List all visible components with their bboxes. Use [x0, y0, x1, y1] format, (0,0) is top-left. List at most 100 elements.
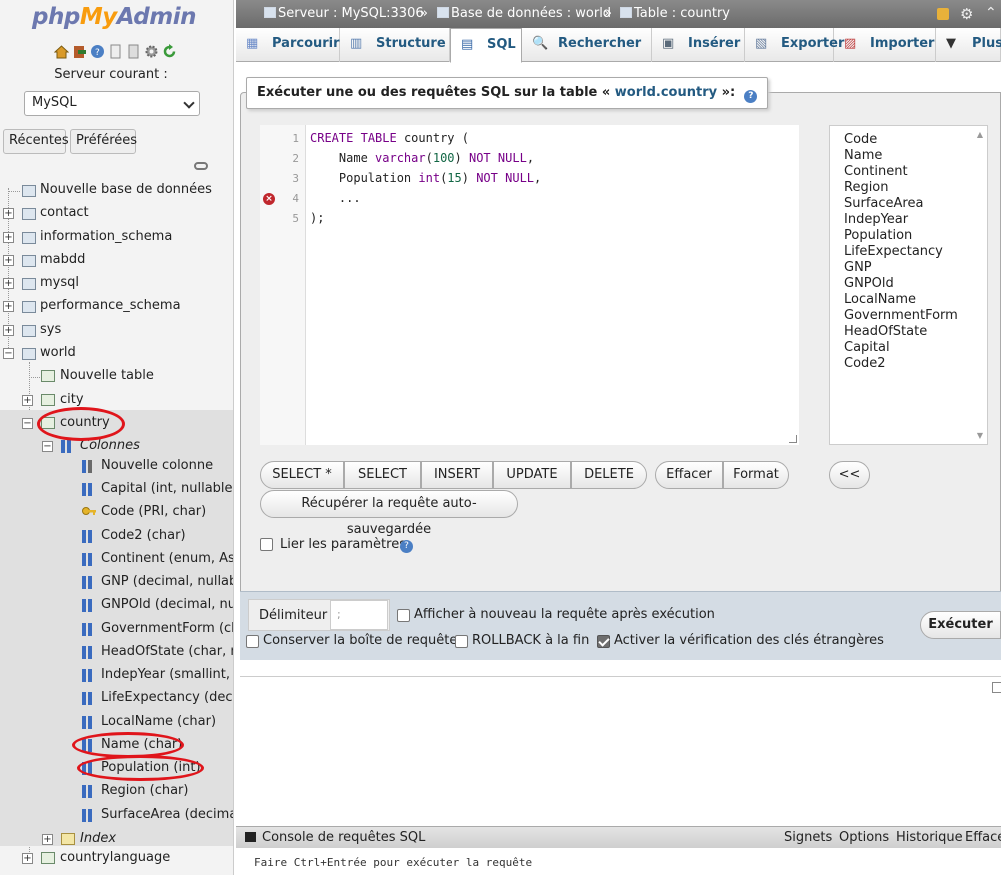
- column-list-item[interactable]: Code2: [844, 356, 886, 371]
- tree-db-world[interactable]: − world: [0, 344, 233, 364]
- phpmyadmin-logo[interactable]: phpMyAdmin: [32, 4, 196, 30]
- tree-index-group[interactable]: + Index: [0, 830, 233, 850]
- tree-db-sys[interactable]: + sys: [0, 321, 233, 341]
- column-list-item[interactable]: IndepYear: [844, 212, 908, 227]
- fk-check-checkbox[interactable]: [597, 635, 610, 648]
- delimiter-input[interactable]: ;: [330, 600, 388, 630]
- format-button[interactable]: Format: [723, 461, 789, 489]
- tree-column-item[interactable]: IndepYear (smallint, nu: [0, 666, 233, 686]
- docs-sql-icon[interactable]: [126, 44, 141, 59]
- help-icon[interactable]: ?: [400, 540, 413, 553]
- tab-plus[interactable]: ▼ Plus: [936, 28, 1001, 62]
- tab-sql[interactable]: ▤ SQL: [450, 28, 522, 63]
- tree-column-item[interactable]: GNP (decimal, nullable: [0, 573, 233, 593]
- collapse-top-icon[interactable]: ⌃: [985, 5, 997, 21]
- collapse-icon[interactable]: −: [42, 441, 53, 452]
- expand-icon[interactable]: +: [3, 278, 14, 289]
- insert-button[interactable]: INSERT: [421, 461, 493, 489]
- tree-column-item[interactable]: Code2 (char): [0, 527, 233, 547]
- docs-icon[interactable]: [108, 44, 123, 59]
- favorite-tables-button[interactable]: Préférées: [70, 129, 137, 154]
- collapse-icon[interactable]: −: [22, 418, 33, 429]
- expand-icon[interactable]: +: [3, 232, 14, 243]
- tree-db-performance-schema[interactable]: + performance_schema: [0, 297, 233, 317]
- help-icon[interactable]: ?: [90, 44, 105, 59]
- link-with-main-panel-icon[interactable]: [194, 162, 208, 170]
- tree-column-item[interactable]: Continent (enum, Asia: [0, 550, 233, 570]
- expand-icon[interactable]: +: [22, 395, 33, 406]
- lock-icon[interactable]: [937, 8, 949, 20]
- collapse-icon[interactable]: −: [3, 348, 14, 359]
- column-list-item[interactable]: Region: [844, 180, 889, 195]
- tree-column-item[interactable]: Code (PRI, char): [0, 503, 233, 523]
- select-star-button[interactable]: SELECT *: [260, 461, 344, 489]
- select-button[interactable]: SELECT: [344, 461, 421, 489]
- column-list-item[interactable]: GNP: [844, 260, 872, 275]
- tab-importer[interactable]: ▨ Importer: [834, 28, 936, 62]
- expand-icon[interactable]: +: [3, 325, 14, 336]
- logout-icon[interactable]: [72, 44, 87, 59]
- tree-column-item[interactable]: HeadOfState (char, nu: [0, 643, 233, 663]
- expand-icon[interactable]: +: [42, 834, 53, 845]
- tree-column-item[interactable]: Capital (int, nullable): [0, 480, 233, 500]
- execute-button[interactable]: Exécuter: [920, 611, 1001, 639]
- settings-gear-icon[interactable]: [144, 44, 159, 59]
- clear-button[interactable]: Effacer: [655, 461, 723, 489]
- tree-column-item[interactable]: GNPOld (decimal, null: [0, 596, 233, 616]
- column-list-item[interactable]: SurfaceArea: [844, 196, 923, 211]
- column-list-item[interactable]: Continent: [844, 164, 908, 179]
- breadcrumb-table[interactable]: Table : country: [620, 6, 730, 21]
- column-list-item[interactable]: Code: [844, 132, 877, 147]
- breadcrumb-server[interactable]: Serveur : MySQL:3306: [264, 6, 424, 21]
- column-list-item[interactable]: Capital: [844, 340, 890, 355]
- tree-columns-group[interactable]: − Colonnes: [0, 437, 233, 457]
- column-list-item[interactable]: GovernmentForm: [844, 308, 958, 323]
- show-again-checkbox[interactable]: [397, 609, 410, 622]
- console-bookmarks-link[interactable]: Signets: [784, 830, 832, 845]
- console-clear-link[interactable]: Efface: [965, 830, 1001, 845]
- tree-column-item[interactable]: LifeExpectancy (decim: [0, 689, 233, 709]
- insert-column-button[interactable]: <<: [829, 461, 870, 489]
- help-icon[interactable]: ?: [744, 90, 758, 103]
- recover-autosaved-query-button[interactable]: Récupérer la requête auto-sauvegardée: [260, 490, 518, 537]
- console-history-link[interactable]: Historique: [896, 830, 963, 845]
- server-select[interactable]: MySQL: [24, 91, 200, 116]
- scroll-down-icon[interactable]: ▼: [977, 431, 983, 440]
- delete-button[interactable]: DELETE: [571, 461, 647, 489]
- column-list-item[interactable]: Population: [844, 228, 912, 243]
- expand-icon[interactable]: +: [22, 853, 33, 864]
- tab-inserer[interactable]: ▣ Insérer: [652, 28, 745, 62]
- resize-handle[interactable]: [789, 435, 797, 443]
- tab-exporter[interactable]: ▧ Exporter: [745, 28, 844, 62]
- tree-db-mysql[interactable]: + mysql: [0, 274, 233, 294]
- keep-query-box-checkbox[interactable]: [246, 635, 259, 648]
- tree-column-item[interactable]: GovernmentForm (cha: [0, 620, 233, 640]
- column-list-item[interactable]: Name: [844, 148, 882, 163]
- tree-db-mabdd[interactable]: + mabdd: [0, 251, 233, 271]
- update-button[interactable]: UPDATE: [493, 461, 571, 489]
- tree-table-countrylanguage[interactable]: + countrylanguage: [0, 849, 233, 869]
- sql-console-bar[interactable]: Console de requêtes SQL Signets Options …: [236, 826, 1001, 848]
- console-options-link[interactable]: Options: [839, 830, 889, 845]
- tree-table-city[interactable]: + city: [0, 391, 233, 411]
- sql-editor[interactable]: 1 2 3 4 5 × CREATE TABLE country ( Name varch…: [260, 125, 799, 445]
- column-list-item[interactable]: GNPOld: [844, 276, 894, 291]
- tree-new-table[interactable]: Nouvelle table: [0, 367, 233, 387]
- expand-icon[interactable]: +: [3, 208, 14, 219]
- expand-icon[interactable]: +: [3, 301, 14, 312]
- tab-rechercher[interactable]: 🔍 Rechercher: [522, 28, 652, 62]
- tree-column-item[interactable]: Region (char): [0, 782, 233, 802]
- scroll-up-icon[interactable]: ▲: [977, 130, 983, 139]
- settings-gear-icon[interactable]: ⚙: [960, 5, 973, 23]
- tree-new-column[interactable]: Nouvelle colonne: [0, 457, 233, 477]
- page-icon[interactable]: [992, 682, 1001, 693]
- recent-tables-button[interactable]: Récentes: [3, 129, 69, 154]
- tree-column-item[interactable]: SurfaceArea (decimal,: [0, 806, 233, 826]
- tree-column-item[interactable]: LocalName (char): [0, 713, 233, 733]
- column-list-item[interactable]: HeadOfState: [844, 324, 927, 339]
- console-input[interactable]: Faire Ctrl+Entrée pour exécuter la requê…: [236, 848, 1001, 875]
- tab-parcourir[interactable]: ▦ Parcourir: [236, 28, 340, 62]
- tab-structure[interactable]: ▥ Structure: [340, 28, 450, 62]
- breadcrumb-database[interactable]: Base de données : world: [437, 6, 611, 21]
- reload-icon[interactable]: [162, 44, 177, 59]
